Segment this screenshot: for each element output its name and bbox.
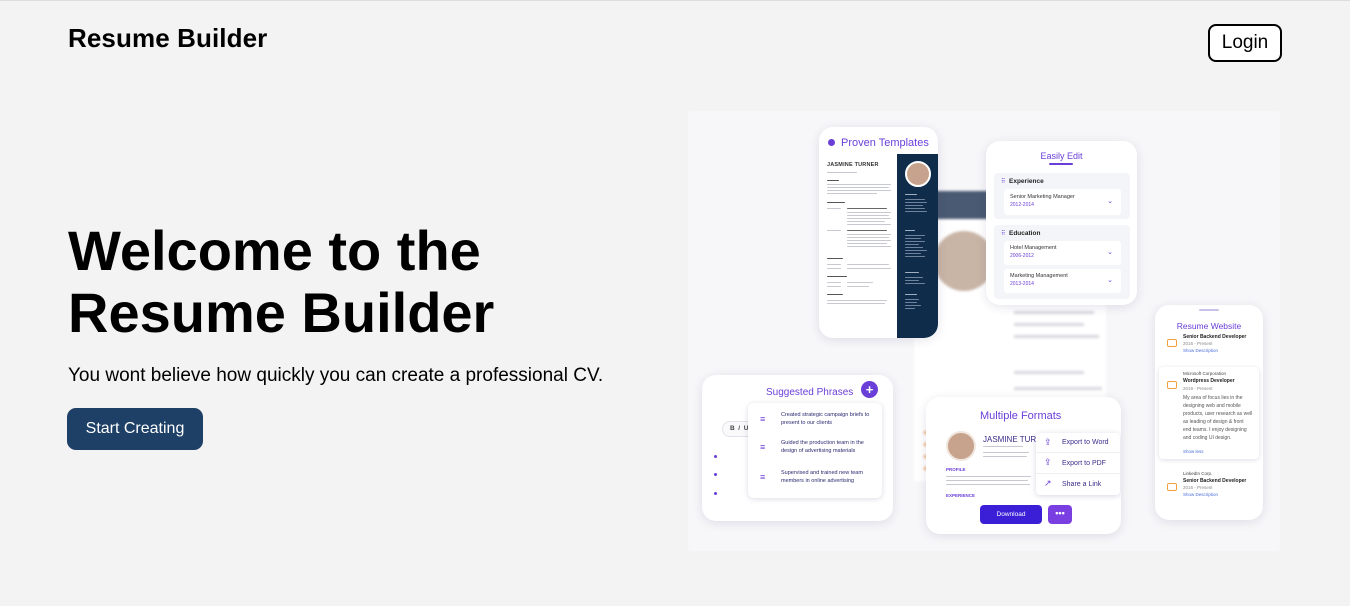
easily-edit-card: Easily Edit ⠿ Experience Senior Marketin…	[986, 141, 1137, 305]
briefcase-icon	[1167, 339, 1177, 347]
share-icon: ↗	[1044, 478, 1052, 488]
experience-label: EXPERIENCE	[946, 493, 976, 498]
experience-section: ⠿ Experience Senior Marketing Manager 20…	[994, 173, 1130, 219]
export-pdf-label: Export to PDF	[1062, 460, 1106, 467]
education-section: ⠿ Education Hotel Management 2006-2012 ⌄…	[994, 225, 1130, 299]
export-pdf-item[interactable]: ⇪ Export to PDF	[1036, 453, 1120, 474]
more-options-button[interactable]: •••	[1048, 505, 1072, 524]
phrase-text: Guided the production team in the design…	[781, 440, 864, 454]
job-role: Senior Backend Developer	[1183, 334, 1247, 340]
bullet-point	[714, 473, 717, 476]
multiple-formats-title: Multiple Formats	[980, 410, 1062, 422]
job-dates: 2016 - Present	[1183, 485, 1213, 490]
education-item[interactable]: Hotel Management 2006-2012 ⌄	[1004, 241, 1121, 265]
job-entry: LinkedIn Corp. Senior Backend Developer …	[1161, 465, 1257, 505]
suggested-phrases-card: Suggested Phrases + B / U ≡ Created stra…	[702, 375, 893, 521]
add-list-icon: ≡	[760, 442, 766, 452]
resume-avatar	[946, 431, 976, 461]
profile-label: PROFILE	[946, 467, 966, 472]
template-sidebar	[897, 154, 938, 338]
export-word-item[interactable]: ⇪ Export to Word	[1036, 433, 1120, 453]
brand-logo[interactable]: Resume Builder	[68, 23, 267, 54]
upload-icon: ⇪	[1044, 457, 1052, 467]
hero-title-line1: Welcome to the	[68, 219, 481, 282]
job-description: My area of focus lies in the designing w…	[1183, 395, 1253, 441]
job-role: Senior Backend Developer	[1183, 478, 1247, 484]
export-word-label: Export to Word	[1062, 439, 1109, 446]
education-item-dates: 2006-2012	[1010, 253, 1034, 259]
experience-item-title: Senior Marketing Manager	[1010, 194, 1075, 200]
proven-templates-card: Proven Templates JASMINE TURNER	[819, 127, 938, 338]
export-menu: ⇪ Export to Word ⇪ Export to PDF ↗ Share…	[1036, 433, 1120, 495]
drag-handle-icon: ⠿	[1001, 231, 1006, 237]
share-link-item[interactable]: ↗ Share a Link	[1036, 474, 1120, 495]
add-list-icon: ≡	[760, 414, 766, 424]
chevron-down-icon[interactable]: ⌄	[1107, 197, 1113, 205]
drag-handle-icon: ⠿	[1001, 179, 1006, 185]
add-circle-icon[interactable]: +	[861, 381, 878, 398]
job-entry: Senior Backend Developer 2016 - Present …	[1161, 333, 1257, 361]
bullet-point	[714, 492, 717, 495]
easily-edit-title: Easily Edit	[1040, 151, 1083, 161]
job-dates: 2019 - Present	[1183, 386, 1213, 391]
hero-title: Welcome to the Resume Builder	[68, 220, 628, 344]
template-avatar	[905, 161, 931, 187]
purple-dot-icon	[828, 139, 835, 146]
job-company: LinkedIn Corp.	[1183, 471, 1213, 476]
experience-item-dates: 2012-2014	[1010, 202, 1034, 208]
briefcase-icon	[1167, 483, 1177, 491]
chevron-down-icon[interactable]: ⌄	[1107, 276, 1113, 284]
feature-showcase-image: Proven Templates JASMINE TURNER Easily E…	[688, 111, 1280, 551]
bullet-point	[714, 455, 717, 458]
phrase-item[interactable]: ≡ Supervised and trained new team member…	[748, 465, 882, 493]
template-resume: JASMINE TURNER	[825, 154, 938, 338]
hero-title-line2: Resume Builder	[68, 281, 495, 344]
phrase-text: Supervised and trained new team members …	[781, 470, 863, 484]
phrase-list: ≡ Created strategic campaign briefs to p…	[748, 403, 882, 498]
resume-website-card: Resume Website Senior Backend Developer …	[1155, 305, 1263, 520]
multiple-formats-card: Multiple Formats JASMINE TURNER PROFILE …	[926, 397, 1121, 534]
share-link-label: Share a Link	[1062, 481, 1102, 488]
phrase-item[interactable]: ≡ Created strategic campaign briefs to p…	[748, 407, 882, 435]
start-creating-button[interactable]: Start Creating	[67, 408, 203, 450]
job-entry: Microsoft Corporation Wordpress Develope…	[1159, 367, 1259, 459]
phrase-text: Created strategic campaign briefs to pre…	[781, 412, 870, 426]
phrase-item[interactable]: ≡ Guided the production team in the desi…	[748, 435, 882, 463]
show-less-link[interactable]: Show less	[1183, 449, 1204, 454]
hero-subtitle: You wont believe how quickly you can cre…	[68, 365, 604, 386]
job-company: Microsoft Corporation	[1183, 371, 1227, 376]
login-button[interactable]: Login	[1208, 24, 1282, 62]
chevron-down-icon[interactable]: ⌄	[1107, 248, 1113, 256]
proven-templates-title: Proven Templates	[841, 137, 929, 149]
briefcase-icon	[1167, 381, 1177, 389]
education-item-dates: 2013-2014	[1010, 281, 1034, 287]
job-dates: 2016 - Present	[1183, 341, 1213, 346]
upload-icon: ⇪	[1044, 437, 1052, 447]
add-list-icon: ≡	[760, 472, 766, 482]
education-item-title: Marketing Management	[1010, 273, 1068, 279]
experience-heading: Experience	[1009, 178, 1044, 185]
job-role: Wordpress Developer	[1183, 378, 1235, 384]
show-description-link[interactable]: Show Description	[1183, 492, 1218, 497]
download-button[interactable]: Download	[980, 505, 1042, 524]
show-description-link[interactable]: Show Description	[1183, 348, 1218, 353]
resume-name: JASMINE TURNER	[827, 162, 879, 168]
education-item-title: Hotel Management	[1010, 245, 1057, 251]
experience-item[interactable]: Senior Marketing Manager 2012-2014 ⌄	[1004, 189, 1121, 215]
resume-website-title: Resume Website	[1176, 321, 1242, 331]
education-item[interactable]: Marketing Management 2013-2014 ⌄	[1004, 269, 1121, 293]
education-heading: Education	[1009, 230, 1041, 237]
suggested-phrases-title: Suggested Phrases	[766, 387, 854, 398]
